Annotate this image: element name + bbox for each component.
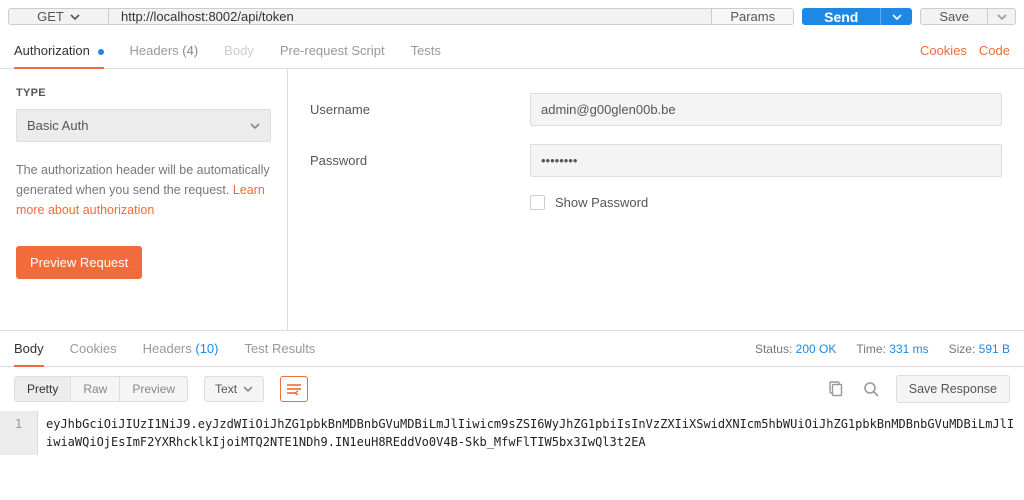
show-password-checkbox[interactable]	[530, 195, 545, 210]
response-text[interactable]: eyJhbGciOiJIUzI1NiJ9.eyJzdWIiOiJhZG1pbkB…	[38, 411, 1024, 455]
request-links: Cookies Code	[920, 43, 1010, 58]
status-value: 200 OK	[796, 342, 837, 356]
username-input[interactable]	[530, 93, 1002, 126]
auth-type-value: Basic Auth	[27, 118, 88, 133]
tab-count: (10)	[195, 341, 218, 356]
auth-area: TYPE Basic Auth The authorization header…	[0, 69, 1024, 331]
response-body: 1 eyJhbGciOiJIUzI1NiJ9.eyJzdWIiOiJhZG1pb…	[0, 411, 1024, 455]
format-select[interactable]: Text	[204, 376, 264, 402]
resp-tab-headers[interactable]: Headers (10)	[143, 331, 219, 366]
preview-request-button[interactable]: Preview Request	[16, 246, 142, 279]
status-meta: Status: 200 OK	[755, 342, 836, 356]
resp-tab-cookies[interactable]: Cookies	[70, 331, 117, 366]
type-label: TYPE	[16, 87, 271, 99]
tab-label: Headers	[143, 341, 192, 356]
tab-headers[interactable]: Headers (4)	[130, 33, 199, 68]
save-button[interactable]: Save	[921, 9, 987, 24]
line-number: 1	[0, 415, 37, 433]
view-pretty-button[interactable]: Pretty	[15, 377, 70, 401]
request-tabs: Authorization Headers (4) Body Pre-reque…	[14, 33, 441, 68]
tab-tests[interactable]: Tests	[411, 33, 441, 68]
cookies-link[interactable]: Cookies	[920, 43, 967, 58]
size-value: 591 B	[979, 342, 1010, 356]
chevron-down-icon	[70, 12, 80, 22]
password-label: Password	[310, 153, 530, 168]
request-tabs-row: Authorization Headers (4) Body Pre-reque…	[0, 33, 1024, 69]
send-dropdown-button[interactable]	[880, 8, 912, 25]
username-label: Username	[310, 102, 530, 117]
resp-tab-body[interactable]: Body	[14, 331, 44, 366]
chevron-down-icon	[997, 12, 1007, 22]
wrap-icon	[286, 383, 302, 395]
username-row: Username	[310, 93, 1002, 126]
tab-label: Authorization	[14, 43, 90, 58]
wrap-lines-button[interactable]	[280, 376, 308, 402]
password-row: Password	[310, 144, 1002, 177]
method-url-group: GET Params	[8, 8, 794, 25]
chevron-down-icon	[250, 121, 260, 131]
tab-prerequest[interactable]: Pre-request Script	[280, 33, 385, 68]
request-bar: GET Params Send Save	[0, 0, 1024, 33]
password-input[interactable]	[530, 144, 1002, 177]
view-raw-button[interactable]: Raw	[70, 377, 119, 401]
format-value: Text	[215, 382, 237, 396]
response-tabs: Body Cookies Headers (10) Test Results	[14, 331, 315, 366]
http-method-select[interactable]: GET	[9, 9, 109, 24]
tab-body[interactable]: Body	[224, 33, 254, 68]
response-toolbar: Pretty Raw Preview Text Save Response	[0, 367, 1024, 411]
line-gutter: 1	[0, 411, 38, 455]
auth-desc-text: The authorization header will be automat…	[16, 163, 270, 197]
url-input[interactable]	[109, 9, 711, 24]
size-meta: Size: 591 B	[949, 342, 1010, 356]
search-icon	[863, 381, 879, 397]
tab-label: Headers	[130, 43, 179, 58]
auth-left-panel: TYPE Basic Auth The authorization header…	[0, 69, 288, 330]
auth-description: The authorization header will be automat…	[16, 160, 271, 220]
save-dropdown-button[interactable]	[987, 9, 1015, 24]
resp-tab-tests[interactable]: Test Results	[245, 331, 316, 366]
copy-button[interactable]	[824, 378, 846, 400]
view-preview-button[interactable]: Preview	[119, 377, 187, 401]
show-password-label: Show Password	[555, 195, 648, 210]
tab-count: (4)	[182, 43, 198, 58]
tab-authorization[interactable]: Authorization	[14, 33, 104, 68]
time-meta: Time: 331 ms	[856, 342, 928, 356]
save-group: Save	[920, 8, 1016, 25]
response-tabs-row: Body Cookies Headers (10) Test Results S…	[0, 331, 1024, 367]
params-button[interactable]: Params	[711, 9, 793, 24]
search-button[interactable]	[860, 378, 882, 400]
auth-right-panel: Username Password Show Password	[288, 69, 1024, 330]
chevron-down-icon	[243, 384, 253, 394]
http-method-label: GET	[37, 9, 64, 24]
auth-type-select[interactable]: Basic Auth	[16, 109, 271, 142]
send-button[interactable]: Send	[802, 8, 880, 25]
response-toolbar-left: Pretty Raw Preview Text	[14, 376, 308, 402]
view-mode-group: Pretty Raw Preview	[14, 376, 188, 402]
response-toolbar-right: Save Response	[824, 375, 1010, 403]
show-password-row: Show Password	[530, 195, 1002, 210]
copy-icon	[827, 381, 843, 397]
save-response-button[interactable]: Save Response	[896, 375, 1010, 403]
chevron-down-icon	[892, 12, 902, 22]
time-value: 331 ms	[889, 342, 928, 356]
send-group: Send	[802, 8, 912, 25]
active-dot-icon	[98, 49, 104, 55]
response-meta: Status: 200 OK Time: 331 ms Size: 591 B	[755, 342, 1010, 356]
code-link[interactable]: Code	[979, 43, 1010, 58]
